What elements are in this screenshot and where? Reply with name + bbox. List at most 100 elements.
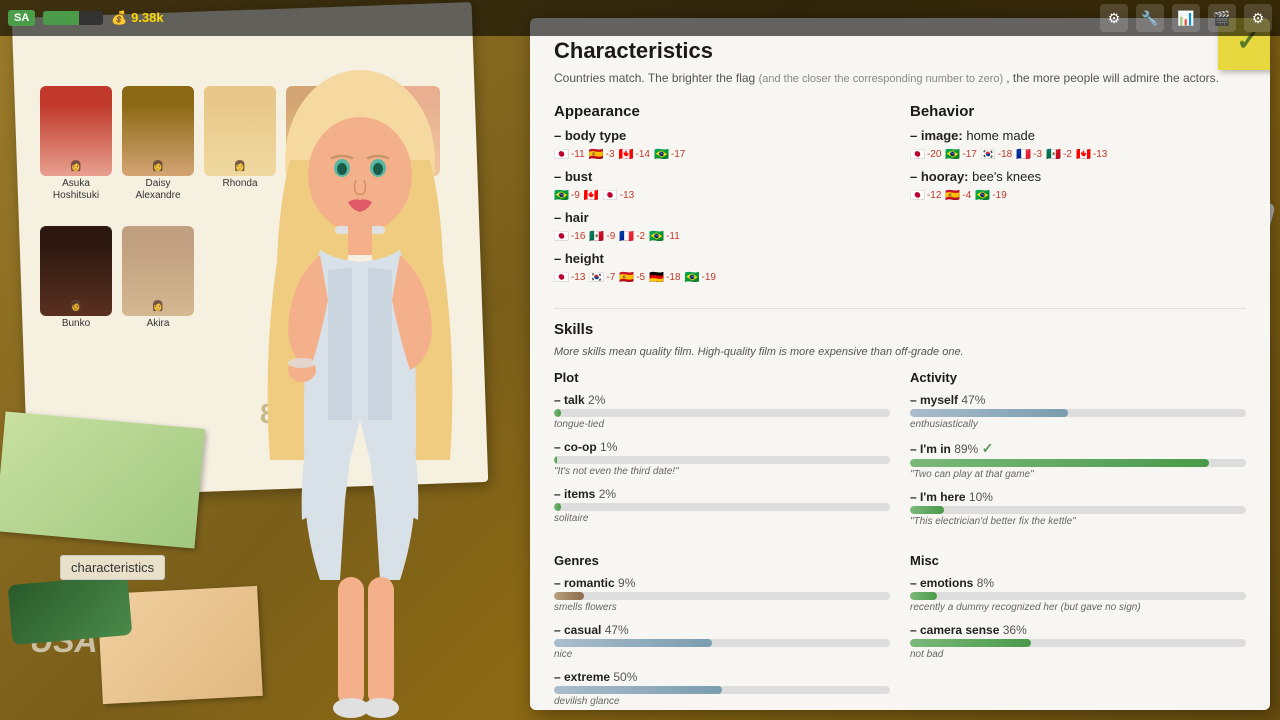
flag-jp-hair: 🇯🇵-16	[554, 229, 585, 243]
flag-es-h: 🇪🇸-5	[619, 270, 645, 284]
skill-talk: – talk 2% tongue-tied	[554, 393, 890, 430]
info-panel: ✓ Characteristics Countries match. The b…	[530, 18, 1270, 710]
misc-col: Misc – emotions 8% recently a dummy reco…	[910, 553, 1246, 710]
skill-casual-bar	[554, 639, 712, 647]
behavior-col: Behavior – image: home made 🇯🇵-20 🇧🇷-17 …	[910, 103, 1246, 292]
lighter	[8, 575, 133, 645]
skill-myself-name: – myself 47%	[910, 393, 1246, 407]
skill-camera-bar-wrap	[910, 639, 1246, 647]
skill-romantic-quote: smells flowers	[554, 602, 890, 613]
height-label: – height	[554, 251, 890, 266]
skill-extreme-bar-wrap	[554, 686, 890, 694]
height-flags: 🇯🇵-13 🇰🇷-7 🇪🇸-5 🇩🇪-18 🇧🇷-19	[554, 270, 890, 284]
flag-fr-hair: 🇫🇷-2	[619, 229, 645, 243]
skill-romantic: – romantic 9% smells flowers	[554, 576, 890, 613]
skill-imin-name: – I'm in 89% ✓	[910, 440, 1246, 457]
flag-jp-bust: 🇯🇵-13	[603, 188, 634, 202]
appearance-title: Appearance	[554, 103, 890, 120]
skill-items-bar	[554, 503, 561, 511]
actor-name-7: Akira	[147, 318, 170, 330]
trait-hair: – hair 🇯🇵-16 🇲🇽-9 🇫🇷-2 🇧🇷-11	[554, 210, 890, 243]
hair-flags: 🇯🇵-16 🇲🇽-9 🇫🇷-2 🇧🇷-11	[554, 229, 890, 243]
bust-label: – bust	[554, 169, 890, 184]
bust-flags: 🇧🇷-9 🇨🇦 🇯🇵-13	[554, 188, 890, 202]
skill-romantic-bar-wrap	[554, 592, 890, 600]
flag-fr-img: 🇫🇷-3	[1016, 147, 1042, 161]
actor-img-7: 👩	[122, 226, 194, 316]
skill-camera-bar	[910, 639, 1031, 647]
money-display: 💰 9.38k	[111, 10, 163, 26]
flag-jp-img: 🇯🇵-20	[910, 147, 941, 161]
flag-jp-bt: 🇯🇵-11	[554, 147, 585, 161]
icon-film[interactable]: 🎬	[1208, 4, 1236, 32]
flag-es-bt: 🇪🇸-3	[589, 147, 615, 161]
body-type-flags: 🇯🇵-11 🇪🇸-3 🇨🇦-14 🇧🇷-17	[554, 147, 890, 161]
flag-mx-hair: 🇲🇽-9	[589, 229, 615, 243]
skill-casual-name: – casual 47%	[554, 623, 890, 637]
subtitle-end: , the more people will admire the actors…	[1006, 71, 1219, 85]
actor-thumb-6[interactable]: 👩 Bunko	[40, 226, 112, 330]
flag-de-h: 🇩🇪-18	[649, 270, 680, 284]
health-bar	[43, 11, 103, 25]
skill-imin-bar	[910, 459, 1209, 467]
skill-imin: – I'm in 89% ✓ "Two can play at that gam…	[910, 440, 1246, 480]
skill-imin-bar-wrap	[910, 459, 1246, 467]
flag-jp-hr: 🇯🇵-12	[910, 188, 941, 202]
skill-imin-quote: "Two can play at that game"	[910, 469, 1246, 480]
skills-grid: Plot – talk 2% tongue-tied – co-op 1% "I…	[554, 370, 1246, 537]
skill-imhere-name: – I'm here 10%	[910, 490, 1246, 504]
skill-romantic-name: – romantic 9%	[554, 576, 890, 590]
character-svg	[220, 40, 500, 720]
actor-thumb-1[interactable]: 👩 AsukaHoshitsuki	[40, 86, 112, 202]
hooray-flags: 🇯🇵-12 🇪🇸-4 🇧🇷-19	[910, 188, 1246, 202]
skill-myself: – myself 47% enthusiastically	[910, 393, 1246, 430]
image-label: – image: home made	[910, 128, 1246, 143]
skill-imhere: – I'm here 10% "This electrician'd bette…	[910, 490, 1246, 527]
behavior-title: Behavior	[910, 103, 1246, 120]
plot-title: Plot	[554, 370, 890, 385]
skill-coop-name: – co-op 1%	[554, 440, 890, 454]
skills-desc: More skills mean quality film. High-qual…	[554, 346, 1246, 358]
flag-kr-h: 🇰🇷-7	[589, 270, 615, 284]
icon-tool[interactable]: 🔧	[1136, 4, 1164, 32]
skill-coop-bar	[554, 456, 557, 464]
skill-talk-bar-wrap	[554, 409, 890, 417]
skill-items-name: – items 2%	[554, 487, 890, 501]
skill-casual-bar-wrap	[554, 639, 890, 647]
skill-myself-quote: enthusiastically	[910, 419, 1246, 430]
skill-coop: – co-op 1% "It's not even the third date…	[554, 440, 890, 477]
flag-mx-img: 🇲🇽-2	[1046, 147, 1072, 161]
skill-extreme-bar	[554, 686, 722, 694]
genres-col: Genres – romantic 9% smells flowers – ca…	[554, 553, 890, 710]
skill-camera-quote: not bad	[910, 649, 1246, 660]
skill-emotions-name: – emotions 8%	[910, 576, 1246, 590]
misc-title: Misc	[910, 553, 1246, 568]
actor-thumb-2[interactable]: 👩 DaisyAlexandre	[122, 86, 194, 202]
appearance-behavior-section: Appearance – body type 🇯🇵-11 🇪🇸-3 🇨🇦-14 …	[554, 103, 1246, 292]
skills-section: Skills More skills mean quality film. Hi…	[554, 321, 1246, 710]
trait-hooray: – hooray: bee's knees 🇯🇵-12 🇪🇸-4 🇧🇷-19	[910, 169, 1246, 202]
skill-emotions: – emotions 8% recently a dummy recognize…	[910, 576, 1246, 613]
flag-br-bt: 🇧🇷-17	[654, 147, 685, 161]
skill-romantic-bar	[554, 592, 584, 600]
activity-col: Activity – myself 47% enthusiastically –…	[910, 370, 1246, 537]
panel-title: Characteristics	[554, 38, 1246, 64]
appearance-col: Appearance – body type 🇯🇵-11 🇪🇸-3 🇨🇦-14 …	[554, 103, 890, 292]
trait-height: – height 🇯🇵-13 🇰🇷-7 🇪🇸-5 🇩🇪-18 🇧🇷-19	[554, 251, 890, 284]
actor-name-6: Bunko	[62, 318, 90, 330]
trait-body-type: – body type 🇯🇵-11 🇪🇸-3 🇨🇦-14 🇧🇷-17	[554, 128, 890, 161]
icon-stats[interactable]: 📊	[1172, 4, 1200, 32]
flag-ca-bust: 🇨🇦	[584, 188, 599, 202]
actor-thumb-7[interactable]: 👩 Akira	[122, 226, 194, 330]
icon-settings[interactable]: ⚙	[1100, 4, 1128, 32]
image-flags: 🇯🇵-20 🇧🇷-17 🇰🇷-18 🇫🇷-3 🇲🇽-2 🇨🇦-13	[910, 147, 1246, 161]
flag-br-bust: 🇧🇷-9	[554, 188, 580, 202]
plot-col: Plot – talk 2% tongue-tied – co-op 1% "I…	[554, 370, 890, 537]
panel-subtitle: Countries match. The brighter the flag (…	[554, 70, 1246, 87]
icon-settings2[interactable]: ⚙	[1244, 4, 1272, 32]
flag-ca-img: 🇨🇦-13	[1076, 147, 1107, 161]
skill-imhere-quote: "This electrician'd better fix the kettl…	[910, 516, 1246, 527]
skill-coop-quote: "It's not even the third date!"	[554, 466, 890, 477]
actor-img-1: 👩	[40, 86, 112, 176]
skill-talk-bar	[554, 409, 561, 417]
